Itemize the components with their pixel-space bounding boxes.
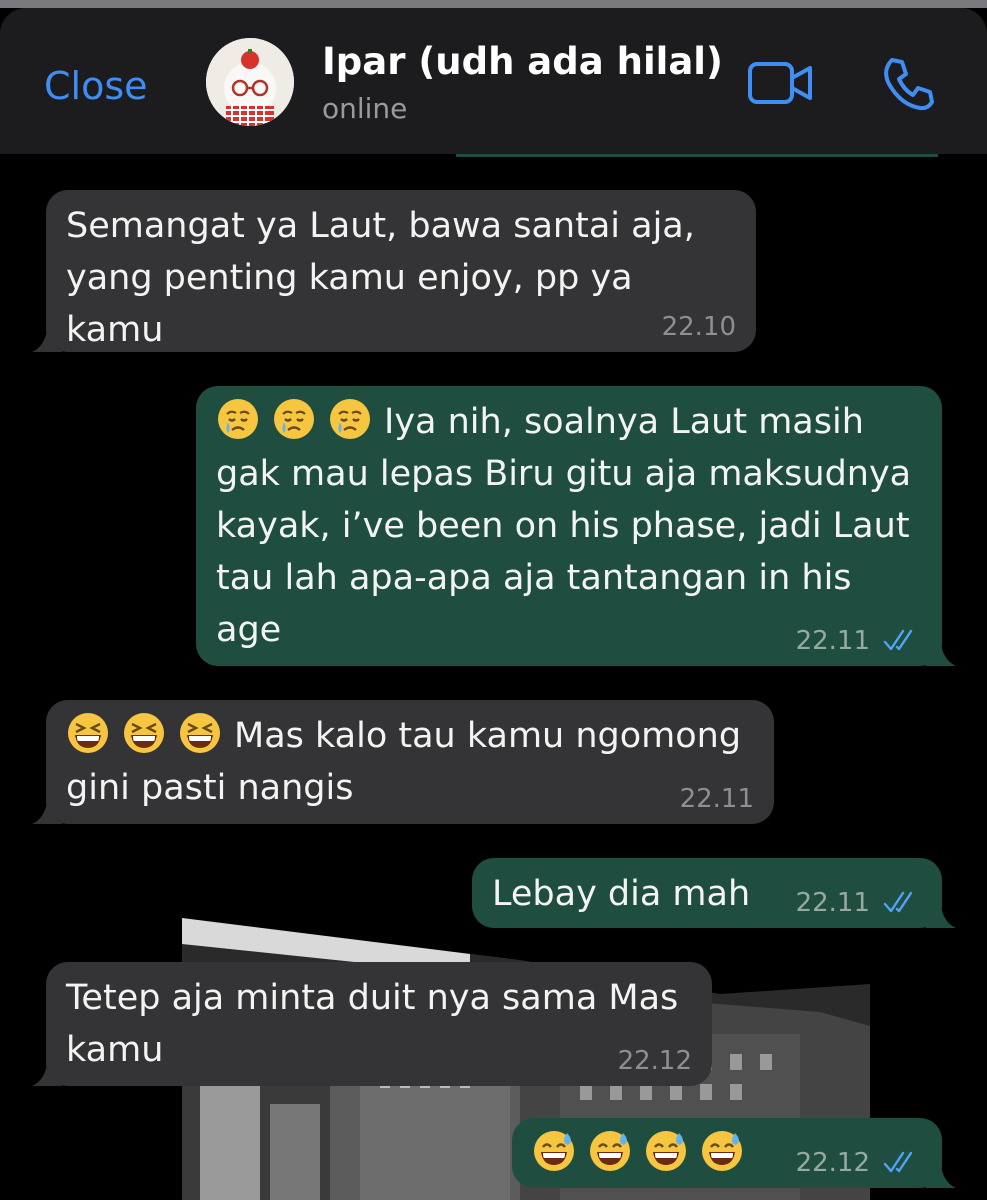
message-incoming[interactable]: Mas kalo tau kamu ngomong gini pasti nan… [32,700,774,824]
message-time: 22.12 [795,1148,870,1178]
read-receipt-icon [882,628,922,652]
read-receipt-icon [882,890,922,914]
message-outgoing[interactable]: 22.12 [512,1118,956,1188]
bubble-tail [32,324,62,352]
bubble-tail [926,900,956,928]
message-incoming[interactable]: Semangat ya Laut, bawa santai aja, yang … [32,190,756,352]
crying-face-icon [272,397,316,441]
chat-header: Close Ipar (udh ada hilal) online [0,8,987,154]
crying-face-icon [216,397,260,441]
message-time: 22.11 [679,784,754,814]
sweat-smile-face-icon [532,1129,576,1173]
message-text: Mas kalo tau kamu ngomong gini pasti nan… [66,716,742,808]
sweat-smile-face-icon [700,1129,744,1173]
contact-status: online [322,92,408,125]
message-time: 22.10 [661,312,736,342]
bubble-tail [32,1058,62,1086]
message-text: Tetep aja minta duit nya sama Mas kamu [66,978,679,1070]
bubble-tail [32,796,62,824]
sweat-smile-face-icon [588,1129,632,1173]
read-receipt-icon [882,1150,922,1174]
message-text: Lebay dia mah [492,874,751,914]
message-time: 22.12 [617,1046,692,1076]
video-call-icon[interactable] [746,58,816,108]
crying-face-icon [328,397,372,441]
bubble-tail [926,638,956,666]
sweat-smile-face-icon [644,1129,688,1173]
message-time: 22.11 [795,888,870,918]
message-incoming[interactable]: Tetep aja minta duit nya sama Mas kamu 2… [32,962,712,1086]
message-text: Semangat ya Laut, bawa santai aja, yang … [66,206,695,350]
message-text: Iya nih, soalnya Laut masih gak mau lepa… [216,402,912,650]
message-outgoing[interactable]: Iya nih, soalnya Laut masih gak mau lepa… [196,386,956,666]
message-time: 22.11 [795,626,870,656]
phone-call-icon[interactable] [878,54,938,114]
bubble-tail [926,1160,956,1188]
grinning-squinting-face-icon [122,711,166,755]
status-strip [0,0,987,8]
close-button[interactable]: Close [44,64,148,108]
grinning-squinting-face-icon [178,711,222,755]
avatar[interactable] [206,38,294,126]
contact-name[interactable]: Ipar (udh ada hilal) [322,40,723,83]
chat-area[interactable]: Semangat ya Laut, bawa santai aja, yang … [0,154,987,1200]
message-outgoing[interactable]: Lebay dia mah 22.11 [472,858,956,928]
grinning-squinting-face-icon [66,711,110,755]
